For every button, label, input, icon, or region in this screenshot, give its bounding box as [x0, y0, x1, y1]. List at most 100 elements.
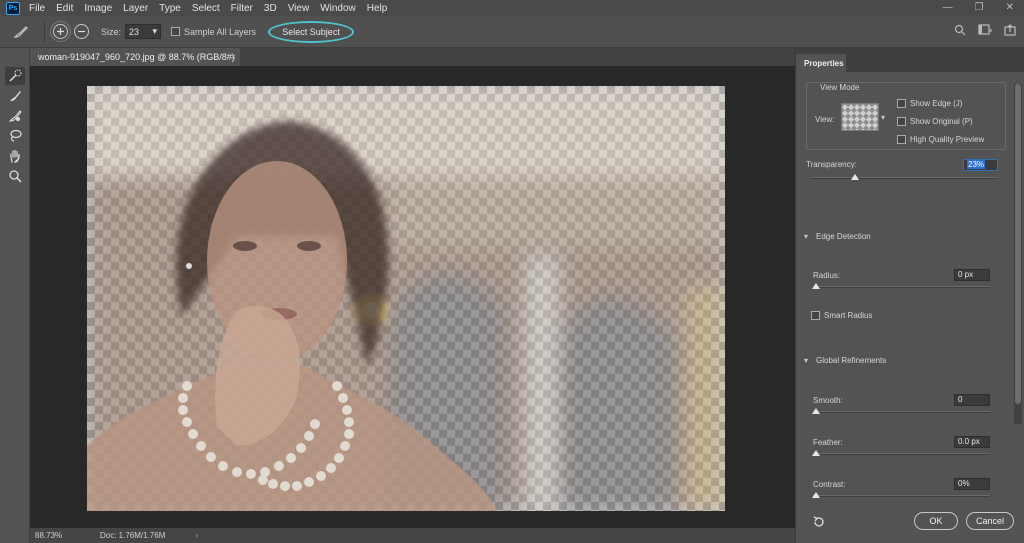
smooth-input[interactable]: 0	[954, 394, 990, 406]
show-edge-checkbox[interactable]	[897, 99, 906, 108]
feather-input[interactable]: 0.0 px	[954, 436, 990, 448]
contrast-input[interactable]: 0%	[954, 478, 990, 490]
menu-edit[interactable]: Edit	[56, 3, 73, 14]
menu-bar: Ps File Edit Image Layer Type Select Fil…	[0, 0, 1024, 16]
document-tab-bar: woman-919047_960_720.jpg @ 88.7% (RGB/8#…	[30, 48, 795, 66]
global-refinements-section[interactable]: ▾ Global Refinements	[804, 356, 886, 365]
menu-filter[interactable]: Filter	[231, 3, 253, 14]
transparency-value: 23%	[967, 160, 986, 169]
status-bar: 88.73% Doc: 1.76M/1.76M ›	[30, 528, 795, 543]
panel-scrollbar-thumb[interactable]	[1015, 84, 1021, 404]
canvas-area[interactable]	[30, 66, 795, 528]
size-value: 23	[129, 26, 140, 37]
restore-icon[interactable]: ❐	[975, 2, 984, 13]
tab-properties[interactable]: Properties	[796, 54, 846, 72]
transparency-input[interactable]: 23%	[963, 159, 998, 171]
menu-3d[interactable]: 3D	[264, 3, 277, 14]
chevron-down-icon: ▾	[804, 232, 809, 241]
close-window-icon[interactable]: ✕	[1006, 2, 1014, 13]
radius-input[interactable]: 0 px	[954, 269, 990, 281]
size-label: Size:	[101, 26, 122, 37]
smart-radius-label: Smart Radius	[824, 311, 873, 320]
global-refinements-title: Global Refinements	[816, 356, 887, 365]
document-tab[interactable]: woman-919047_960_720.jpg @ 88.7% (RGB/8#…	[30, 48, 240, 66]
menu-select[interactable]: Select	[192, 3, 220, 14]
menu-window[interactable]: Window	[320, 3, 356, 14]
reset-button[interactable]	[812, 515, 826, 529]
transparency-slider-thumb[interactable]	[850, 174, 859, 180]
ok-button[interactable]: OK	[914, 512, 958, 530]
tool-preset-picker[interactable]	[6, 20, 36, 44]
document-image[interactable]	[87, 86, 725, 511]
contrast-slider[interactable]	[813, 495, 990, 497]
chevron-down-icon[interactable]: ▾	[881, 113, 885, 122]
show-edge-label: Show Edge (J)	[910, 99, 963, 108]
zoom-tool[interactable]	[5, 167, 25, 185]
high-quality-preview-label: High Quality Preview	[910, 135, 985, 144]
plus-icon	[57, 28, 64, 35]
refine-edge-brush-icon	[8, 110, 22, 122]
high-quality-preview-option[interactable]: High Quality Preview	[897, 135, 984, 144]
options-right-icons	[954, 24, 1016, 36]
window-controls: — ❐ ✕	[943, 2, 1014, 13]
hand-icon	[10, 149, 20, 163]
sample-all-layers-label: Sample All Layers	[184, 26, 257, 37]
sample-all-layers-checkbox[interactable]	[171, 27, 181, 36]
lasso-icon	[10, 129, 22, 142]
show-original-label: Show Original (P)	[910, 117, 973, 126]
radius-slider-thumb[interactable]	[812, 283, 820, 289]
menu-layer[interactable]: Layer	[123, 3, 148, 14]
smooth-slider-thumb[interactable]	[812, 408, 820, 414]
show-edge-option[interactable]: Show Edge (J)	[897, 99, 962, 108]
minus-icon	[78, 30, 85, 33]
panel-scrollbar[interactable]	[1014, 84, 1022, 424]
radius-label: Radius:	[813, 271, 841, 280]
smart-radius-checkbox[interactable]	[811, 311, 820, 320]
cancel-label: Cancel	[975, 516, 1004, 526]
menu-view[interactable]: View	[288, 3, 310, 14]
menu-image[interactable]: Image	[84, 3, 112, 14]
smart-radius-option[interactable]: Smart Radius	[811, 311, 872, 320]
menu-type[interactable]: Type	[159, 3, 181, 14]
edge-detection-section[interactable]: ▾ Edge Detection	[804, 232, 871, 241]
document-tab-title: woman-919047_960_720.jpg @ 88.7% (RGB/8#…	[38, 52, 235, 62]
refine-edge-brush-tool[interactable]	[5, 107, 25, 125]
brush-preset-icon	[13, 25, 28, 38]
sample-all-layers-option[interactable]: Sample All Layers	[171, 27, 256, 37]
hand-tool[interactable]	[5, 147, 25, 165]
smooth-slider[interactable]	[813, 411, 990, 413]
close-tab-icon[interactable]: ×	[231, 52, 236, 62]
high-quality-preview-checkbox[interactable]	[897, 135, 906, 144]
lasso-tool[interactable]	[5, 127, 25, 145]
feather-value: 0.0 px	[958, 437, 980, 446]
contrast-slider-thumb[interactable]	[812, 492, 820, 498]
quick-selection-icon	[9, 69, 22, 82]
select-subject-button[interactable]: Select Subject	[268, 20, 355, 43]
size-input[interactable]: 23 ▾	[125, 24, 162, 39]
menu-help[interactable]: Help	[367, 3, 388, 14]
share-icon[interactable]	[1004, 24, 1016, 36]
show-original-checkbox[interactable]	[897, 117, 906, 126]
radius-value: 0 px	[958, 270, 974, 279]
search-icon[interactable]	[954, 24, 966, 36]
subtract-from-selection-button[interactable]	[74, 24, 89, 39]
minimize-icon[interactable]: —	[943, 2, 953, 13]
brush-tool[interactable]	[5, 87, 25, 105]
photoshop-logo: Ps	[6, 1, 20, 15]
transparency-slider[interactable]	[812, 177, 998, 179]
feather-slider[interactable]	[813, 453, 990, 455]
feather-label: Feather:	[813, 438, 843, 447]
quick-selection-tool[interactable]	[5, 67, 25, 85]
view-mode-thumbnail[interactable]	[841, 103, 879, 131]
properties-panel: Properties View Mode View: ▾ Show Edge (…	[795, 48, 1024, 543]
zoom-level[interactable]: 88.73%	[30, 531, 70, 540]
radius-slider[interactable]	[813, 286, 990, 288]
feather-slider-thumb[interactable]	[812, 450, 820, 456]
add-to-selection-button[interactable]	[50, 21, 71, 42]
status-menu-arrow[interactable]: ›	[195, 531, 198, 540]
cancel-button[interactable]: Cancel	[966, 512, 1014, 530]
show-original-option[interactable]: Show Original (P)	[897, 117, 973, 126]
menu-file[interactable]: File	[29, 3, 45, 14]
workspace-icon[interactable]	[978, 24, 992, 36]
view-mode-group: View Mode View: ▾ Show Edge (J) Show Ori…	[806, 82, 1006, 150]
